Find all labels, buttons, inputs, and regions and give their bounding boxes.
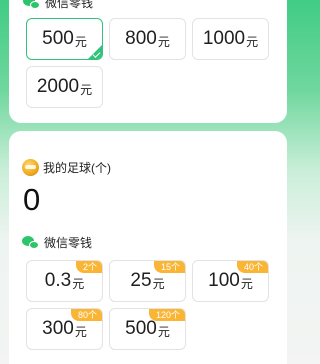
top-option-1000[interactable]: 1000 元: [192, 18, 269, 60]
option-amount: 300: [42, 318, 74, 339]
top-option-500[interactable]: 500 元: [26, 18, 103, 60]
exchange-option-0.3[interactable]: 0.3 元 2个: [26, 260, 103, 302]
wechat-icon: [23, 0, 41, 10]
cost-badge: 2个: [75, 261, 102, 273]
cost-badge: 40个: [236, 261, 268, 273]
football-icon: [22, 159, 39, 176]
top-option-2000[interactable]: 2000 元: [26, 66, 103, 108]
balls-label: 我的足球(个): [43, 161, 111, 175]
exchange-option-300[interactable]: 300 元 80个: [26, 308, 103, 350]
exchange-option-100[interactable]: 100 元 40个: [192, 260, 269, 302]
top-option-800[interactable]: 800 元: [109, 18, 186, 60]
bottom-section-title: 微信零钱: [44, 236, 93, 250]
cost-badge: 80个: [70, 309, 102, 321]
top-exchange-card: 微信零钱 500 元 800 元 1000 元 2000 元: [9, 0, 287, 123]
balls-count: 0: [23, 182, 41, 217]
cost-badge: 15个: [153, 261, 185, 273]
option-amount: 1000: [202, 28, 246, 49]
option-amount: 2000: [36, 76, 80, 97]
option-unit: 元: [246, 35, 259, 49]
football-exchange-card: 我的足球(个) 0 微信零钱 0.3 元 2个 25 元 15个 100 元 4…: [9, 131, 287, 364]
wechat-icon: [22, 235, 40, 250]
option-amount: 500: [42, 28, 74, 49]
option-unit: 元: [157, 325, 170, 339]
option-unit: 元: [72, 277, 85, 291]
exchange-option-500[interactable]: 500 元 120个: [109, 308, 186, 350]
option-amount: 25: [130, 270, 152, 291]
option-amount: 100: [208, 270, 240, 291]
option-unit: 元: [80, 83, 93, 97]
option-amount: 500: [125, 318, 157, 339]
option-unit: 元: [74, 325, 87, 339]
cost-badge: 120个: [148, 309, 185, 321]
option-amount: 0.3: [44, 270, 72, 291]
bottom-section-header: 微信零钱: [22, 234, 92, 251]
option-unit: 元: [240, 277, 253, 291]
option-unit: 元: [157, 35, 170, 49]
exchange-option-25[interactable]: 25 元 15个: [109, 260, 186, 302]
option-amount: 800: [125, 28, 157, 49]
option-unit: 元: [74, 35, 87, 49]
option-unit: 元: [152, 277, 165, 291]
top-section-title: 微信零钱: [45, 0, 94, 10]
top-section-header: 微信零钱: [23, 0, 93, 11]
balls-header: 我的足球(个): [22, 159, 111, 176]
